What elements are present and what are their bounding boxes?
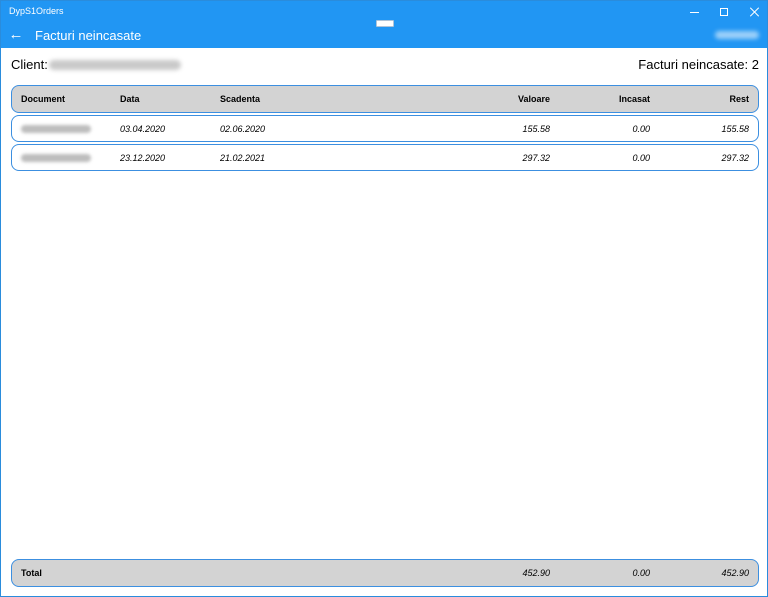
col-rest: Rest (729, 94, 749, 104)
cell-rest: 297.32 (721, 152, 749, 163)
cell-incasat: 0.00 (632, 123, 650, 134)
table-row[interactable]: 03.04.2020 02.06.2020 155.58 0.00 155.58 (11, 115, 759, 142)
unpaid-count: Facturi neincasate: 2 (638, 57, 759, 72)
app-window: DypS1Orders ← Facturi neincasate Client:… (0, 0, 768, 597)
cell-incasat: 0.00 (632, 152, 650, 163)
client-label: Client: (11, 57, 48, 72)
back-arrow-icon[interactable]: ← (7, 25, 25, 45)
cell-rest: 155.58 (721, 123, 749, 134)
table-header: Document Data Scadenta Valoare Incasat R… (11, 85, 759, 113)
col-valoare: Valoare (517, 94, 550, 104)
col-document: Document (21, 94, 66, 104)
unpaid-count-label: Facturi neincasate: (638, 57, 749, 72)
app-header: ← Facturi neincasate (1, 20, 767, 48)
minimize-button[interactable] (679, 1, 709, 23)
total-incasat: 0.00 (632, 568, 650, 578)
client-row: Client: Facturi neincasate: 2 (11, 57, 759, 73)
maximize-icon (720, 8, 728, 16)
unpaid-count-value: 2 (751, 57, 759, 72)
maximize-button[interactable] (709, 1, 739, 23)
cell-data: 23.12.2020 (120, 152, 166, 163)
client-name-redacted (49, 60, 181, 70)
close-button[interactable] (739, 1, 768, 23)
col-scadenta: Scadenta (220, 94, 261, 104)
total-rest: 452.90 (721, 568, 749, 578)
drag-handle[interactable] (376, 20, 394, 27)
total-row: Total 452.90 0.00 452.90 (11, 559, 759, 587)
app-title: DypS1Orders (9, 6, 64, 16)
close-icon (749, 7, 759, 17)
minimize-icon (689, 11, 699, 13)
cell-scadenta: 02.06.2020 (220, 123, 266, 134)
cell-scadenta: 21.02.2021 (220, 152, 266, 163)
col-data: Data (120, 94, 140, 104)
col-incasat: Incasat (618, 94, 650, 104)
cell-valoare: 155.58 (522, 123, 550, 134)
cell-valoare: 297.32 (522, 152, 550, 163)
cell-data: 03.04.2020 (120, 123, 166, 134)
total-label: Total (21, 568, 42, 578)
total-valoare: 452.90 (522, 568, 550, 578)
user-name-redacted (715, 31, 759, 39)
document-number-redacted (21, 153, 91, 162)
page-title: Facturi neincasate (35, 28, 142, 43)
document-number-redacted (21, 124, 91, 133)
table-row[interactable]: 23.12.2020 21.02.2021 297.32 0.00 297.32 (11, 144, 759, 171)
